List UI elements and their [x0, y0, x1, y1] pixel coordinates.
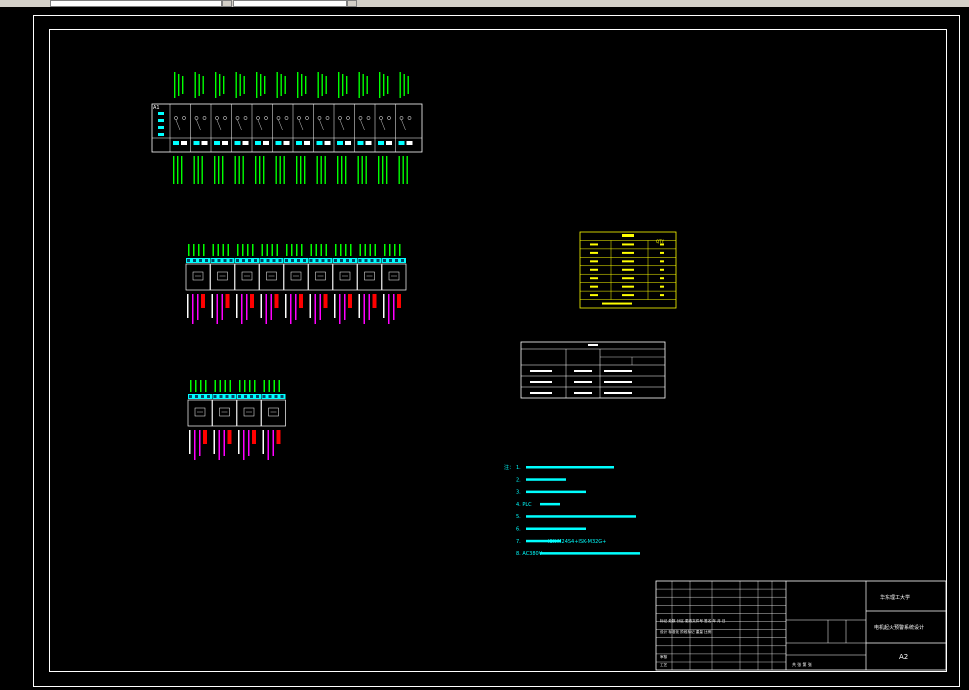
terminal — [169, 72, 187, 184]
module-row-upper — [185, 244, 407, 324]
io-module — [261, 380, 286, 460]
note-item: 8. AC380V — [516, 551, 543, 557]
terminal — [354, 72, 372, 184]
io-module — [234, 244, 260, 324]
io-module — [210, 244, 235, 324]
io-module — [283, 244, 309, 324]
title-block: 标记 处数 分区 更改文件号 签名 年 月 日设计 标准化 阶段标记 重量 比例… — [655, 580, 947, 671]
terminal-strip-side-marks — [158, 112, 164, 136]
title-block-row: 设计 标准化 阶段标记 重量 比例 — [660, 629, 712, 634]
note-item: 2. — [516, 477, 521, 483]
terminal — [231, 72, 249, 184]
io-module — [357, 244, 382, 324]
note-item-7-detail: ISK-M24S4+ISK-M32G+ — [548, 539, 606, 545]
school-name: 华东理工大学 — [880, 594, 910, 601]
sheet-size: A2 — [899, 653, 908, 661]
terminal — [333, 72, 351, 184]
io-module — [308, 244, 333, 324]
notes-prefix: 注： — [504, 464, 514, 471]
io-module — [381, 244, 407, 324]
io-module — [332, 244, 358, 324]
note-item: 7. — [516, 539, 521, 545]
title-block-row: 工艺 — [660, 662, 668, 667]
terminal — [292, 72, 310, 184]
note-item: 6. — [516, 527, 521, 533]
component-table-yellow: QTY — [579, 231, 677, 309]
terminal — [251, 72, 269, 184]
terminal — [374, 72, 392, 184]
io-module — [212, 380, 237, 460]
terminal — [313, 72, 331, 184]
note-item: 4. PLC — [516, 502, 532, 508]
yellow-table-qty-header: QTY — [656, 239, 665, 244]
terminal — [395, 72, 413, 184]
io-module — [259, 244, 284, 324]
sheet-count: 共 张 第 张 — [792, 661, 812, 667]
title-block-row: 标记 处数 分区 更改文件号 签名 年 月 日 — [660, 618, 726, 623]
io-module — [185, 244, 211, 324]
io-module — [236, 380, 262, 460]
note-item: 3. — [516, 490, 521, 496]
io-module — [187, 380, 213, 460]
terminal — [190, 72, 208, 184]
title-block-row: 审核 — [660, 654, 668, 659]
drawing-title: 电机起火预警系统设计 — [874, 624, 924, 631]
cad-drawing-canvas[interactable]: A1 QTY 注： 1. 2. 3. 4. PLC 5. 6. 7. 8. AC380V ISK… — [0, 0, 969, 690]
module-row-lower — [187, 380, 286, 460]
note-item: 1. — [516, 465, 521, 471]
panel-tag: A1 — [153, 105, 160, 111]
terminal — [272, 72, 290, 184]
notes-block: 注： 1. 2. 3. 4. PLC 5. 6. 7. 8. AC380V ISK-M24S4+… — [504, 464, 640, 557]
note-item: 5. — [516, 514, 521, 520]
terminal — [210, 72, 228, 184]
terminal-strip-panel: A1 — [151, 72, 423, 184]
cable-table-white — [520, 341, 666, 399]
